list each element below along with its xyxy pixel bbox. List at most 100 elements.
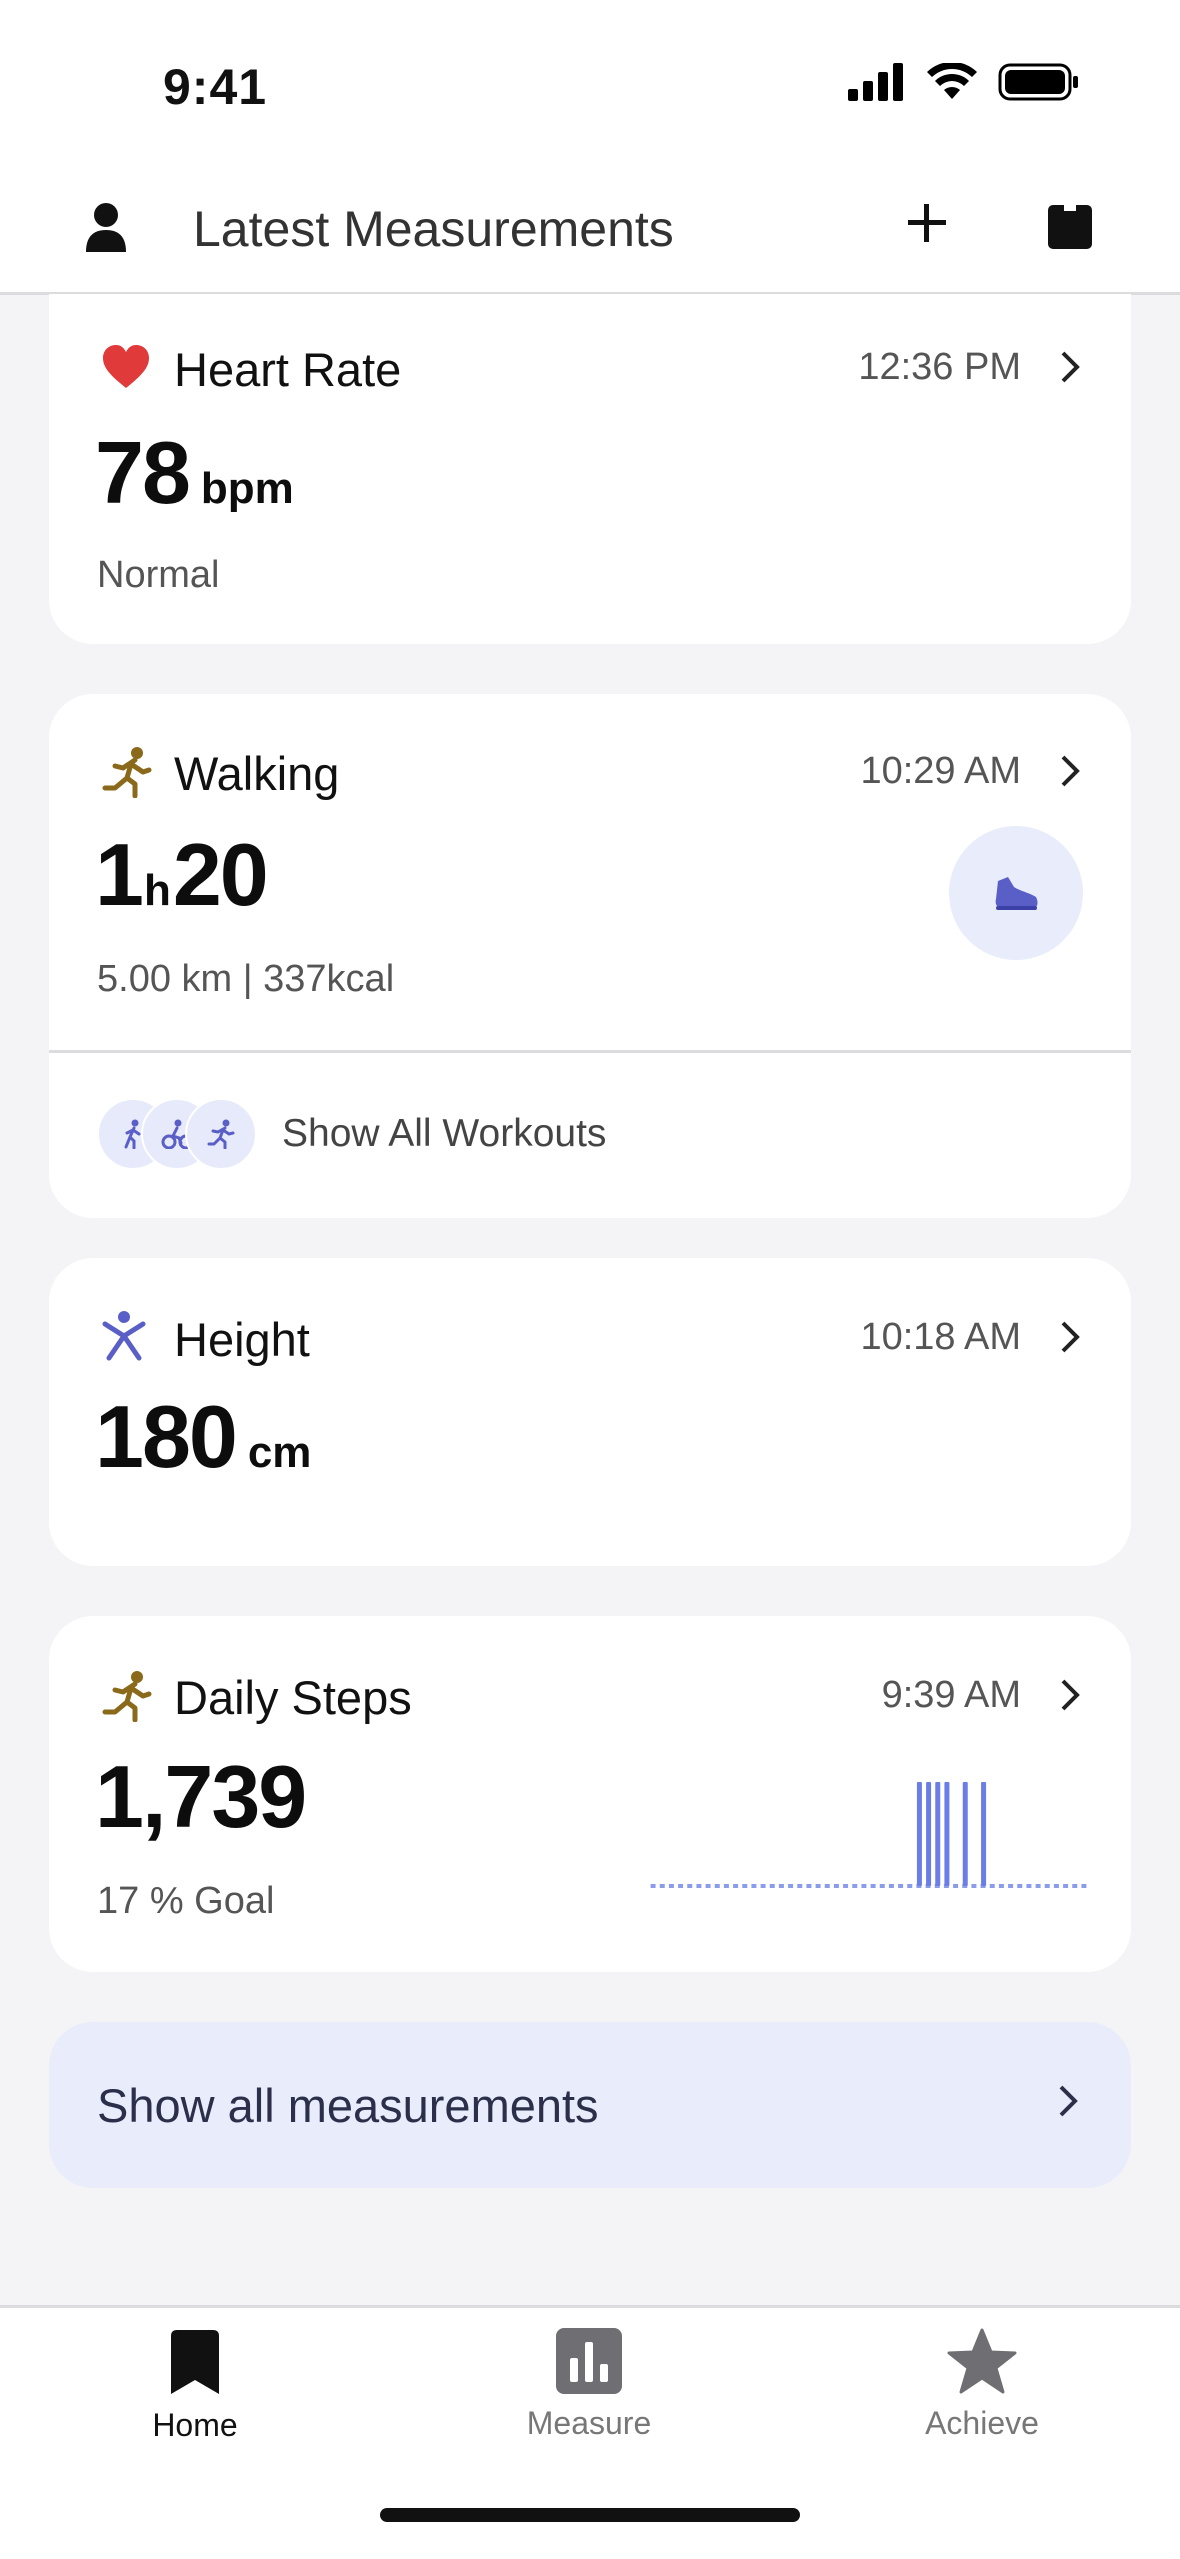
steps-baseline-tick (723, 1884, 729, 1888)
steps-baseline-tick (861, 1884, 867, 1888)
card-divider (49, 1050, 1131, 1053)
steps-baseline-tick (760, 1884, 766, 1888)
height-icon (102, 1311, 146, 1361)
steps-baseline-tick (733, 1884, 739, 1888)
steps-baseline-tick (1017, 1884, 1023, 1888)
walking-card[interactable]: Walking 10:29 AM 1h20 5.00 km | 337kcal (49, 694, 1131, 1218)
daily-steps-time: 9:39 AM (881, 1674, 1021, 1716)
steps-bar (926, 1782, 932, 1886)
chevron-right-icon[interactable] (1059, 350, 1081, 384)
workout-bubbles[interactable] (97, 1098, 257, 1170)
height-title: Height (174, 1313, 310, 1366)
height-value: 180 cm (95, 1386, 311, 1488)
profile-icon[interactable] (84, 202, 128, 254)
heart-rate-unit: bpm (200, 464, 294, 513)
walking-hours: 1 (95, 825, 144, 924)
star-icon (947, 2328, 1017, 2394)
steps-baseline-tick (1053, 1884, 1059, 1888)
steps-chart (650, 1782, 1087, 1888)
heart-icon (103, 345, 149, 388)
steps-baseline-tick (824, 1884, 830, 1888)
workout-bubble-run (185, 1098, 257, 1170)
heart-rate-card[interactable]: Heart Rate 12:36 PM 78 bpm Normal (49, 294, 1131, 644)
steps-baseline-tick (888, 1884, 894, 1888)
steps-baseline-tick (907, 1884, 913, 1888)
status-bar: 9:41 (0, 0, 1180, 170)
status-icons (848, 62, 1080, 102)
run-icon (207, 1119, 235, 1149)
steps-baseline-tick (1026, 1884, 1032, 1888)
steps-baseline-tick (1044, 1884, 1050, 1888)
steps-baseline-tick (806, 1884, 812, 1888)
steps-bar (944, 1782, 950, 1886)
journal-icon[interactable] (1046, 203, 1094, 251)
wifi-icon (927, 63, 977, 99)
steps-bar (981, 1782, 987, 1886)
steps-baseline-tick (769, 1884, 775, 1888)
add-icon[interactable] (904, 200, 950, 246)
steps-bar (962, 1782, 968, 1886)
steps-baseline-tick (1081, 1884, 1087, 1888)
show-all-measurements-button[interactable]: Show all measurements (49, 2022, 1131, 2188)
home-icon (171, 2330, 219, 2394)
steps-baseline-tick (1008, 1884, 1014, 1888)
tab-measure-label: Measure (526, 2405, 652, 2441)
steps-baseline-tick (815, 1884, 821, 1888)
shoe-badge (949, 826, 1083, 960)
height-card[interactable]: Height 10:18 AM 180 cm (49, 1258, 1131, 1566)
daily-steps-card[interactable]: Daily Steps 9:39 AM 1,739 17 % Goal (49, 1616, 1131, 1972)
home-indicator (380, 2508, 800, 2522)
daily-steps-goal: 17 % Goal (97, 1880, 275, 1922)
tab-achieve-label: Achieve (925, 2405, 1039, 2441)
show-all-workouts-link[interactable]: Show All Workouts (282, 1112, 606, 1156)
steps-baseline-tick (659, 1884, 665, 1888)
steps-baseline-tick (879, 1884, 885, 1888)
signal-icon (848, 63, 903, 101)
walking-time: 10:29 AM (860, 750, 1021, 792)
steps-baseline-tick (1072, 1884, 1078, 1888)
chevron-right-icon[interactable] (1059, 754, 1081, 788)
steps-baseline-tick (971, 1884, 977, 1888)
tab-achieve[interactable]: Achieve (882, 2328, 1082, 2442)
tab-home[interactable]: Home (95, 2328, 295, 2444)
steps-bar (916, 1782, 922, 1886)
height-number: 180 (95, 1387, 238, 1486)
tab-home-label: Home (152, 2407, 238, 2443)
heart-rate-number: 78 (95, 423, 191, 522)
steps-baseline-tick (751, 1884, 757, 1888)
steps-baseline-tick (833, 1884, 839, 1888)
chevron-right-icon[interactable] (1059, 1678, 1081, 1712)
chevron-right-icon (1059, 2085, 1078, 2117)
height-unit: cm (247, 1428, 312, 1477)
tab-measure[interactable]: Measure (489, 2328, 689, 2442)
walking-minutes: 20 (172, 825, 269, 924)
steps-baseline-tick (953, 1884, 959, 1888)
steps-baseline-tick (1063, 1884, 1069, 1888)
shoe-icon (995, 877, 1038, 910)
walker-icon (102, 747, 152, 798)
steps-baseline-tick (650, 1884, 656, 1888)
chevron-right-icon[interactable] (1059, 1320, 1081, 1354)
steps-baseline-tick (797, 1884, 803, 1888)
heart-rate-value: 78 bpm (95, 422, 294, 524)
battery-icon (998, 63, 1078, 101)
steps-baseline-tick (788, 1884, 794, 1888)
walking-detail: 5.00 km | 337kcal (97, 958, 395, 1000)
chart-icon (556, 2328, 622, 2394)
steps-bar (935, 1782, 941, 1886)
steps-baseline-tick (989, 1884, 995, 1888)
steps-baseline-tick (705, 1884, 711, 1888)
steps-baseline-tick (687, 1884, 693, 1888)
daily-steps-title: Daily Steps (174, 1671, 412, 1724)
heart-rate-status: Normal (97, 554, 220, 596)
walking-duration: 1h20 (95, 824, 269, 926)
steps-baseline-tick (843, 1884, 849, 1888)
walking-hours-unit: h (143, 866, 171, 915)
steps-baseline-tick (714, 1884, 720, 1888)
daily-steps-value: 1,739 (95, 1747, 307, 1846)
steps-baseline-tick (696, 1884, 702, 1888)
height-time: 10:18 AM (860, 1316, 1021, 1358)
steps-baseline-tick (668, 1884, 674, 1888)
steps-baseline-tick (1035, 1884, 1041, 1888)
status-time: 9:41 (163, 59, 268, 115)
